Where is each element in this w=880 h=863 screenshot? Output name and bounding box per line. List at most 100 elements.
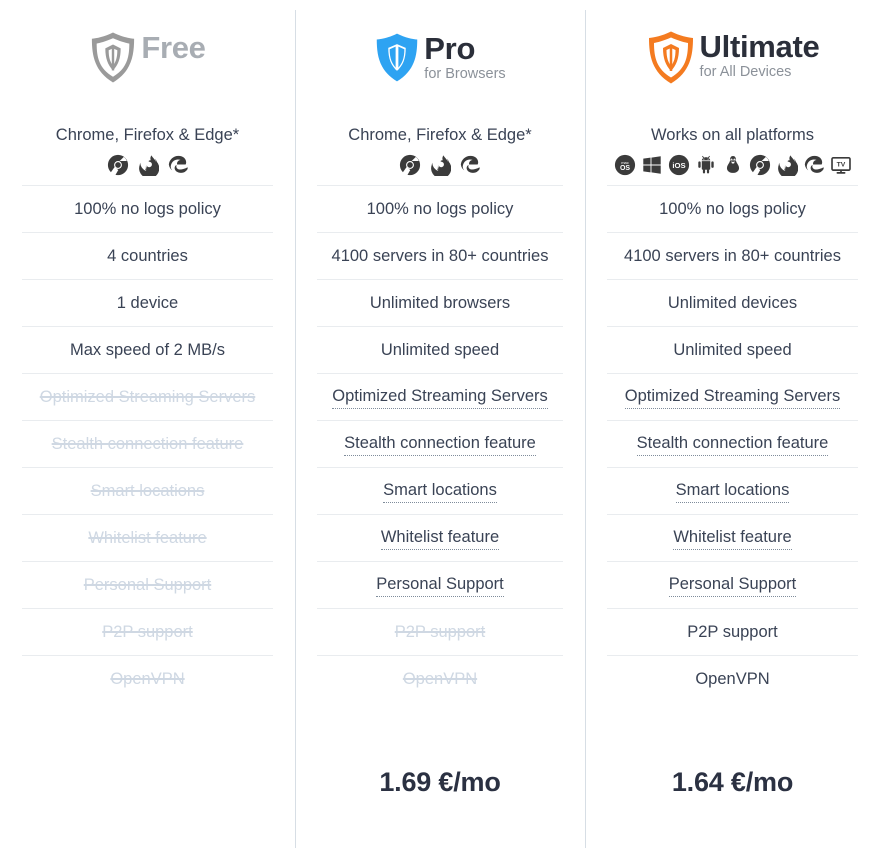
price-area-pro: 1.69 €/mo <box>295 702 585 863</box>
feature-row: Unlimited speed <box>317 326 563 373</box>
feature-label: Unlimited devices <box>667 294 798 312</box>
shield-logo-icon <box>89 31 137 89</box>
feature-label: Personal Support <box>376 574 504 597</box>
plan-subtitle: for All Devices <box>699 64 792 80</box>
feature-row: 4100 servers in 80+ countries <box>317 232 563 279</box>
feature-row[interactable]: Stealth connection feature <box>317 420 563 467</box>
feature-row: Optimized Streaming Servers <box>22 373 273 420</box>
feature-label: Stealth connection feature <box>51 435 244 453</box>
feature-row: 4 countries <box>22 232 273 279</box>
feature-row[interactable]: Personal Support <box>607 561 858 608</box>
plan-subtitle: for Browsers <box>424 66 506 82</box>
plan-name: Free <box>141 30 206 65</box>
feature-row[interactable]: Personal Support <box>317 561 563 608</box>
pricing-comparison: Free Chrome, Firefox & Edge* 100% no log… <box>0 0 880 863</box>
plan-price: 1.69 €/mo <box>379 767 501 797</box>
brand-lockup: Ultimate for All Devices <box>646 30 820 90</box>
firefox-icon <box>137 154 159 176</box>
svg-text:TV: TV <box>836 161 845 168</box>
feature-label: Whitelist feature <box>88 529 207 547</box>
feature-row[interactable]: Optimized Streaming Servers <box>607 373 858 420</box>
plan-name: Ultimate <box>699 29 820 64</box>
feature-label: 100% no logs policy <box>74 200 221 218</box>
platform-icon-list <box>0 145 295 185</box>
feature-row[interactable]: Stealth connection feature <box>607 420 858 467</box>
feature-label: Whitelist feature <box>380 527 500 550</box>
feature-label: 100% no logs policy <box>366 200 514 218</box>
feature-row: 100% no logs policy <box>607 185 858 232</box>
feature-label: OpenVPN <box>110 670 185 688</box>
plan-header-pro: Pro for Browsers <box>295 0 585 120</box>
feature-list-pro: 100% no logs policy 4100 servers in 80+ … <box>295 185 585 702</box>
chrome-icon <box>399 154 421 176</box>
feature-label: OpenVPN <box>695 670 770 688</box>
feature-row: P2P support <box>607 608 858 655</box>
feature-row: OpenVPN <box>607 655 858 702</box>
feature-row[interactable]: Whitelist feature <box>607 514 858 561</box>
tv-icon: TV <box>830 154 852 176</box>
platform-icon-list <box>295 145 585 185</box>
price-area-free <box>0 702 295 863</box>
brand-lockup: Pro for Browsers <box>374 32 506 88</box>
feature-row: Smart locations <box>22 467 273 514</box>
ios-icon: iOS <box>668 154 690 176</box>
svg-text:iOS: iOS <box>672 161 685 170</box>
feature-label: P2P support <box>687 623 778 641</box>
plan-price: 1.64 €/mo <box>671 767 794 797</box>
feature-row: OpenVPN <box>317 655 563 702</box>
brand-lockup: Free <box>89 30 206 89</box>
feature-label: Unlimited speed <box>380 341 500 359</box>
feature-label: Whitelist feature <box>673 527 792 550</box>
feature-row[interactable]: Optimized Streaming Servers <box>317 373 563 420</box>
feature-row: 4100 servers in 80+ countries <box>607 232 858 279</box>
platform-support-text: Chrome, Firefox & Edge* <box>55 126 240 144</box>
feature-row: Max speed of 2 MB/s <box>22 326 273 373</box>
price-area-ultimate: 1.64 €/mo <box>585 702 880 863</box>
feature-label: 4100 servers in 80+ countries <box>624 247 841 265</box>
feature-list-free: 100% no logs policy 4 countries 1 device… <box>0 185 295 702</box>
edge-icon <box>803 154 825 176</box>
feature-row: Unlimited browsers <box>317 279 563 326</box>
feature-label: Personal Support <box>83 576 212 594</box>
feature-row: Whitelist feature <box>22 514 273 561</box>
feature-label: P2P support <box>102 623 193 641</box>
shield-logo-icon <box>646 30 696 90</box>
feature-label: Smart locations <box>90 482 205 500</box>
platform-icon-list: mac OS iOS TV <box>585 145 880 185</box>
feature-label: Stealth connection feature <box>344 433 536 456</box>
feature-label: Unlimited speed <box>673 341 792 359</box>
feature-row: Stealth connection feature <box>22 420 273 467</box>
feature-row: P2P support <box>22 608 273 655</box>
feature-label: 4 countries <box>107 247 188 265</box>
feature-row: Personal Support <box>22 561 273 608</box>
feature-row: 100% no logs policy <box>317 185 563 232</box>
feature-label: Smart locations <box>675 480 790 503</box>
feature-label: Optimized Streaming Servers <box>624 386 841 409</box>
feature-label: 1 device <box>116 294 179 312</box>
feature-list-ultimate: 100% no logs policy 4100 servers in 80+ … <box>585 185 880 702</box>
feature-label: Optimized Streaming Servers <box>332 386 548 409</box>
feature-row[interactable]: Smart locations <box>607 467 858 514</box>
feature-label: Unlimited browsers <box>369 294 511 312</box>
plan-column-pro: Pro for Browsers Chrome, Firefox & Edge*… <box>295 0 585 863</box>
feature-row[interactable]: Smart locations <box>317 467 563 514</box>
feature-row: Unlimited speed <box>607 326 858 373</box>
chrome-icon <box>749 154 771 176</box>
feature-label: OpenVPN <box>402 670 478 688</box>
svg-text:OS: OS <box>619 165 629 172</box>
feature-label: 4100 servers in 80+ countries <box>331 247 549 265</box>
feature-row: 1 device <box>22 279 273 326</box>
feature-label: Stealth connection feature <box>636 433 829 456</box>
feature-label: Max speed of 2 MB/s <box>70 341 225 359</box>
edge-icon <box>167 154 189 176</box>
feature-row[interactable]: Whitelist feature <box>317 514 563 561</box>
feature-label: Smart locations <box>383 480 497 503</box>
plan-column-free: Free Chrome, Firefox & Edge* 100% no log… <box>0 0 295 863</box>
firefox-icon <box>776 154 798 176</box>
feature-label: P2P support <box>394 623 486 641</box>
plan-header-free: Free <box>0 0 295 120</box>
feature-row: Unlimited devices <box>607 279 858 326</box>
feature-row: OpenVPN <box>22 655 273 702</box>
plan-header-ultimate: Ultimate for All Devices <box>585 0 880 120</box>
shield-logo-icon <box>374 32 420 88</box>
